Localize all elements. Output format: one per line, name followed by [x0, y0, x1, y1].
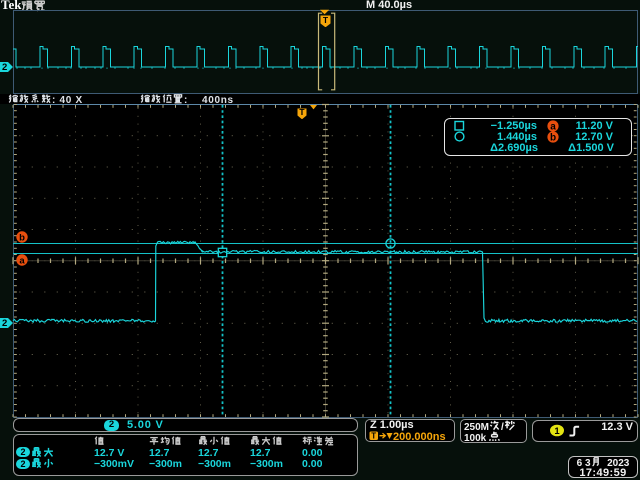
svg-text:T: T [371, 432, 376, 441]
